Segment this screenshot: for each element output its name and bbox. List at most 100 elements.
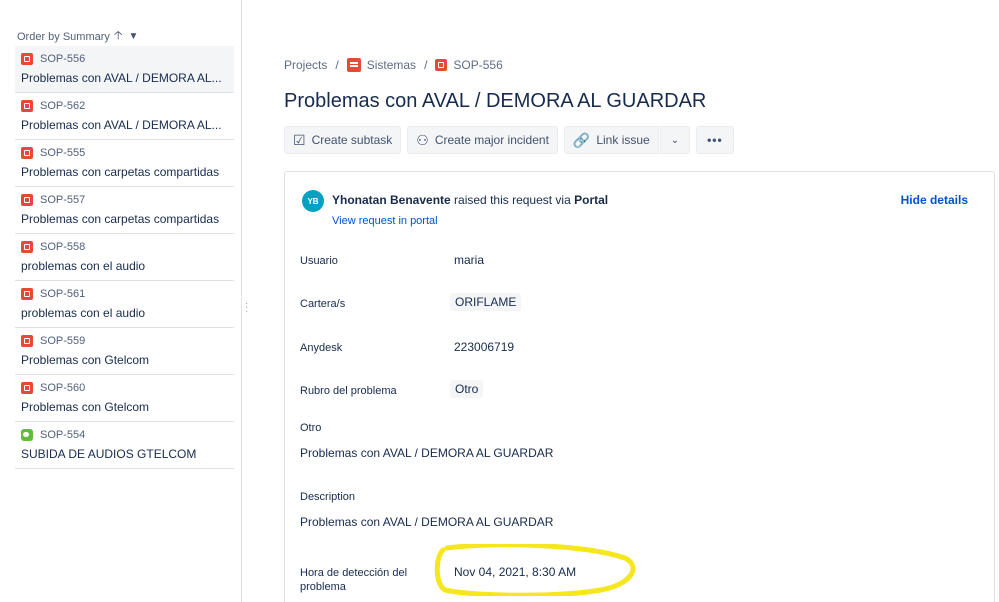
incident-icon — [21, 288, 33, 300]
subtask-icon: ☑ — [293, 131, 306, 148]
issue-key: SOP-554 — [40, 429, 86, 441]
issue-title[interactable]: Problemas con AVAL / DEMORA AL GUARDAR — [284, 90, 706, 113]
field-value-otro[interactable]: Problemas con AVAL / DEMORA AL GUARDAR — [300, 446, 553, 460]
issue-key-row: SOP-555 — [21, 146, 234, 160]
breadcrumb-project-label: Sistemas — [366, 58, 417, 72]
raised-by-text: Yhonatan Benavente raised this request v… — [332, 193, 608, 207]
service-request-icon — [21, 429, 33, 441]
issue-key: SOP-555 — [40, 147, 86, 159]
panel-resize-handle[interactable]: · · · — [245, 299, 249, 317]
issue-key-row: SOP-558 — [21, 240, 234, 254]
issue-key: SOP-556 — [40, 53, 86, 65]
issue-summary: SUBIDA DE AUDIOS GTELCOM — [21, 447, 197, 461]
issue-key: SOP-558 — [40, 241, 86, 253]
request-details-card: YB Yhonatan Benavente raised this reques… — [284, 171, 995, 602]
field-value-description[interactable]: Problemas con AVAL / DEMORA AL GUARDAR — [300, 515, 553, 529]
issue-summary: Problemas con AVAL / DEMORA AL... — [21, 71, 222, 85]
issue-key: SOP-559 — [40, 335, 86, 347]
issue-key-row: SOP-559 — [21, 334, 234, 348]
order-by-control[interactable]: Order by Summary 🡡 ▼ — [17, 26, 138, 47]
reporter-name[interactable]: Yhonatan Benavente — [332, 193, 451, 207]
link-issue-dropdown-button[interactable]: ⌄ — [659, 126, 691, 154]
issue-summary: Problemas con Gtelcom — [21, 400, 150, 414]
more-actions-button[interactable]: ••• — [696, 126, 734, 154]
incident-icon — [21, 335, 33, 347]
field-label-cartera: Cartera/s — [300, 298, 346, 310]
issue-list-item[interactable]: SOP-560 Problemas con Gtelcom — [15, 375, 234, 422]
issue-key-row: SOP-557 — [21, 193, 234, 207]
breadcrumb-project[interactable]: Sistemas — [346, 58, 417, 72]
project-icon — [346, 58, 361, 72]
field-label-usuario: Usuario — [300, 255, 338, 267]
field-value-usuario[interactable]: maria — [454, 253, 484, 267]
issue-summary: Problemas con AVAL / DEMORA AL... — [21, 118, 222, 132]
link-icon: 🔗 — [572, 131, 591, 148]
incident-icon — [21, 382, 33, 394]
breadcrumb-separator: / — [424, 58, 428, 72]
issue-list-item[interactable]: SOP-557 Problemas con carpetas compartida… — [15, 187, 234, 234]
issue-key: SOP-560 — [40, 382, 86, 394]
field-label-description: Description — [300, 491, 356, 503]
issue-list-panel: Order by Summary 🡡 ▼ SOP-556 Problemas co… — [0, 0, 242, 602]
incident-icon — [435, 59, 448, 71]
hide-details-button[interactable]: Hide details — [901, 193, 968, 207]
issue-key-row: SOP-554 — [21, 428, 234, 442]
incident-icon — [21, 194, 33, 206]
field-label-anydesk: Anydesk — [300, 342, 343, 354]
field-value-anydesk[interactable]: 223006719 — [454, 340, 514, 354]
field-value-rubro[interactable]: Otro — [450, 380, 484, 398]
issue-summary: problemas con el audio — [21, 259, 146, 273]
issue-list-item[interactable]: SOP-561 problemas con el audio — [15, 281, 234, 328]
create-subtask-button[interactable]: ☑ Create subtask — [284, 126, 402, 154]
field-value-cartera[interactable]: ORIFLAME — [450, 293, 522, 311]
breadcrumb-issue[interactable]: SOP-556 — [435, 58, 503, 72]
breadcrumb-separator: / — [335, 58, 339, 72]
incident-icon — [21, 53, 33, 65]
issue-summary: Problemas con carpetas compartidas — [21, 212, 220, 226]
issue-key-row: SOP-556 — [21, 52, 234, 66]
issue-summary: Problemas con Gtelcom — [21, 353, 150, 367]
field-value-hora-deteccion[interactable]: Nov 04, 2021, 8:30 AM — [454, 565, 576, 579]
issue-list-item[interactable]: SOP-562 Problemas con AVAL / DEMORA AL... — [15, 93, 234, 140]
field-label-rubro: Rubro del problema — [300, 385, 397, 397]
issue-list-item[interactable]: SOP-559 Problemas con Gtelcom — [15, 328, 234, 375]
raised-via-text: raised this request via — [454, 193, 571, 207]
issue-list-item[interactable]: SOP-554 SUBIDA DE AUDIOS GTELCOM — [15, 422, 234, 469]
sort-ascending-icon[interactable]: 🡡 — [114, 26, 123, 47]
field-label-hora-deteccion: Hora de detección del problema — [300, 567, 408, 593]
order-by-label: Order by Summary — [17, 30, 110, 43]
breadcrumb-projects[interactable]: Projects — [284, 58, 327, 72]
create-major-incident-button[interactable]: ⚇ Create major incident — [407, 126, 558, 154]
issue-list-item[interactable]: SOP-556 Problemas con AVAL / DEMORA AL... — [15, 46, 234, 93]
link-issue-button[interactable]: 🔗 Link issue — [563, 126, 659, 154]
request-channel: Portal — [574, 193, 609, 207]
incident-icon — [21, 241, 33, 253]
issue-key: SOP-561 — [40, 288, 86, 300]
breadcrumb-issue-key: SOP-556 — [453, 58, 503, 72]
issue-key-row: SOP-562 — [21, 99, 234, 113]
issue-list-item[interactable]: SOP-555 Problemas con carpetas compartida… — [15, 140, 234, 187]
breadcrumb-projects-label: Projects — [284, 58, 328, 72]
breadcrumb: Projects / Sistemas / SOP-556 — [284, 58, 503, 72]
create-major-incident-label: Create major incident — [434, 133, 549, 147]
link-issue-group: 🔗 Link issue ⌄ — [563, 126, 691, 154]
chevron-down-icon[interactable]: ▼ — [129, 31, 139, 42]
avatar[interactable]: YB — [302, 190, 324, 212]
more-icon: ••• — [707, 133, 723, 147]
issue-toolbar: ☑ Create subtask ⚇ Create major incident… — [284, 126, 734, 154]
field-label-otro: Otro — [300, 422, 322, 434]
issue-key: SOP-557 — [40, 194, 86, 206]
issue-key-row: SOP-561 — [21, 287, 234, 301]
issue-summary: problemas con el audio — [21, 306, 146, 320]
issue-key: SOP-562 — [40, 100, 86, 112]
issue-list-item[interactable]: SOP-558 problemas con el audio — [15, 234, 234, 281]
incident-icon — [21, 100, 33, 112]
view-request-in-portal-link[interactable]: View request in portal — [332, 215, 438, 227]
incident-icon — [21, 147, 33, 159]
link-issue-label: Link issue — [596, 133, 650, 147]
major-incident-icon: ⚇ — [416, 131, 429, 148]
chevron-down-icon: ⌄ — [670, 134, 680, 146]
create-subtask-label: Create subtask — [311, 133, 393, 147]
issue-key-row: SOP-560 — [21, 381, 234, 395]
issue-list: SOP-556 Problemas con AVAL / DEMORA AL...… — [15, 46, 234, 469]
